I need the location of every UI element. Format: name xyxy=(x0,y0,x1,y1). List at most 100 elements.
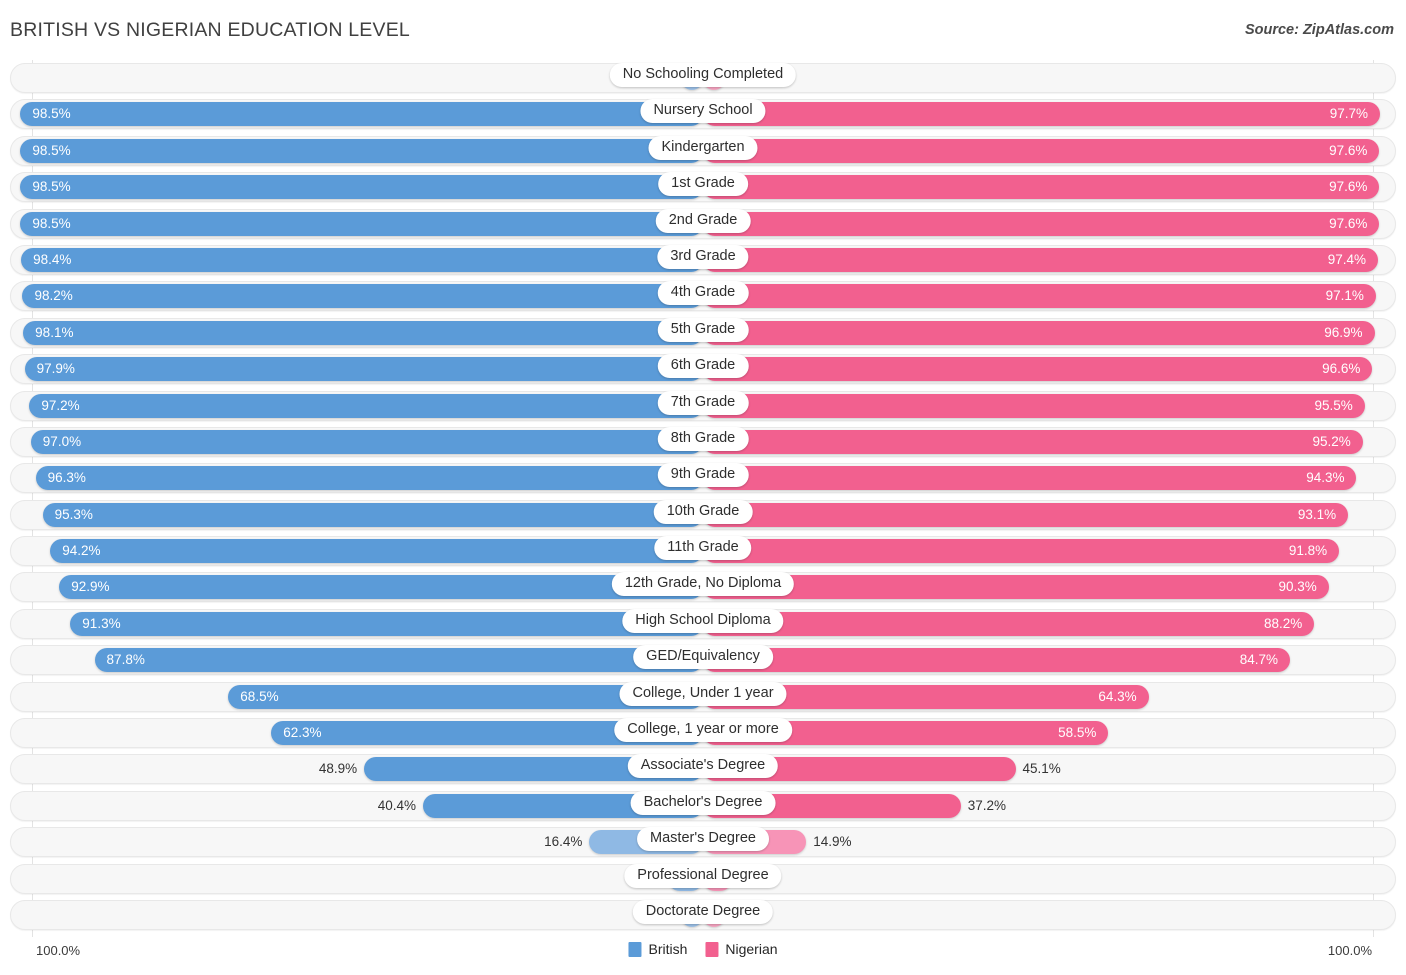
british-bar[interactable]: 96.3% xyxy=(35,466,703,491)
category-label[interactable]: College, 1 year or more xyxy=(614,718,792,743)
nigerian-bar-area: 90.3% xyxy=(703,575,1396,600)
nigerian-bar[interactable]: 97.6% xyxy=(703,175,1380,200)
category-label[interactable]: 4th Grade xyxy=(657,281,749,306)
nigerian-bar-area: 91.8% xyxy=(703,539,1396,564)
nigerian-value-label: 93.1% xyxy=(1297,506,1337,522)
nigerian-bar-area: 97.6% xyxy=(703,211,1396,236)
legend-item[interactable]: British xyxy=(628,941,687,957)
category-label[interactable]: 11th Grade xyxy=(654,536,752,561)
row-bars: 95.3% 93.1% 10th Grade xyxy=(10,499,1396,530)
category-label[interactable]: Professional Degree xyxy=(624,863,782,888)
british-bar[interactable]: 97.9% xyxy=(24,357,703,382)
page-title: BRITISH VS NIGERIAN EDUCATION LEVEL xyxy=(10,19,410,41)
british-bar-area: 98.5% xyxy=(10,211,703,236)
british-bar[interactable]: 98.5% xyxy=(20,102,703,127)
nigerian-bar-area: 1.8% xyxy=(703,902,1396,927)
nigerian-bar[interactable]: 84.7% xyxy=(703,648,1290,673)
category-label[interactable]: 10th Grade xyxy=(653,499,753,524)
nigerian-bar[interactable]: 94.3% xyxy=(703,466,1357,491)
legend-label: Nigerian xyxy=(725,941,778,957)
category-label[interactable]: 12th Grade, No Diploma xyxy=(611,572,795,597)
nigerian-bar-area: 95.5% xyxy=(703,393,1396,418)
row-bars: 2.2%1.8%Doctorate Degree xyxy=(10,899,1396,930)
category-label[interactable]: Associate's Degree xyxy=(627,754,779,779)
nigerian-bar-area: 97.7% xyxy=(703,102,1396,127)
british-bar[interactable]: 98.5% xyxy=(20,138,703,163)
chart-row: 97.9% 96.6% 6th Grade xyxy=(0,351,1406,387)
category-label[interactable]: Doctorate Degree xyxy=(632,899,774,924)
british-value-label: 97.2% xyxy=(41,397,80,413)
category-label[interactable]: 3rd Grade xyxy=(657,244,749,269)
chart-row: 98.4% 97.4% 3rd Grade xyxy=(0,242,1406,278)
nigerian-bar-area: 4.2% xyxy=(703,866,1396,891)
category-label[interactable]: Bachelor's Degree xyxy=(630,790,776,815)
row-bars: 16.4% 14.9% Master's Degree xyxy=(10,827,1396,857)
row-bars: 5.0%4.2%Professional Degree xyxy=(10,863,1396,894)
nigerian-value-label: 94.3% xyxy=(1306,470,1345,486)
nigerian-bar[interactable]: 97.6% xyxy=(703,211,1380,236)
category-label[interactable]: Kindergarten xyxy=(648,135,758,160)
category-label[interactable]: Master's Degree xyxy=(637,827,769,852)
chart-row: 91.3% 88.2% High School Diploma xyxy=(0,606,1406,642)
category-label[interactable]: College, Under 1 year xyxy=(619,681,787,706)
british-bar[interactable]: 98.5% xyxy=(20,175,703,200)
british-bar[interactable]: 97.0% xyxy=(30,429,703,454)
category-label[interactable]: 9th Grade xyxy=(657,463,749,488)
category-label[interactable]: 8th Grade xyxy=(657,426,749,451)
british-value-label: 94.2% xyxy=(62,543,101,559)
nigerian-bar[interactable]: 97.7% xyxy=(703,102,1381,127)
british-bar-area: 5.0% xyxy=(10,866,703,891)
british-bar-area: 98.5% xyxy=(10,138,703,163)
nigerian-value-label: 96.6% xyxy=(1322,361,1361,377)
category-label[interactable]: GED/Equivalency xyxy=(633,645,773,670)
category-label[interactable]: High School Diploma xyxy=(622,608,784,633)
row-bars: 98.5% 97.7% Nursery School xyxy=(10,99,1396,129)
british-bar[interactable]: 98.2% xyxy=(22,284,703,309)
british-bar[interactable]: 98.4% xyxy=(21,247,703,272)
british-bar-area: 1.5% xyxy=(10,66,703,90)
row-bars: 96.3% 94.3% 9th Grade xyxy=(10,463,1396,493)
nigerian-value-label: 84.7% xyxy=(1239,652,1278,668)
row-bars: 48.9% 45.1% Associate's Degree xyxy=(10,754,1396,784)
category-label[interactable]: 6th Grade xyxy=(657,354,749,379)
legend-label: British xyxy=(648,941,688,957)
nigerian-bar[interactable]: 97.6% xyxy=(703,138,1380,163)
nigerian-bar[interactable]: 90.3% xyxy=(703,575,1329,600)
nigerian-bar-area: 2.3% xyxy=(703,66,1396,90)
nigerian-bar[interactable]: 97.4% xyxy=(703,247,1378,272)
category-label[interactable]: 1st Grade xyxy=(658,172,748,197)
chart-row: 92.9% 90.3% 12th Grade, No Diploma xyxy=(0,569,1406,605)
british-bar[interactable]: 94.2% xyxy=(50,539,703,564)
category-label[interactable]: 5th Grade xyxy=(657,317,749,342)
british-bar-area: 2.2% xyxy=(10,902,703,927)
chart-row: 97.0% 95.2% 8th Grade xyxy=(0,424,1406,460)
nigerian-bar[interactable]: 97.1% xyxy=(703,284,1376,309)
british-bar-area: 97.0% xyxy=(10,429,703,454)
category-label[interactable]: Nursery School xyxy=(640,99,766,124)
british-bar[interactable]: 98.5% xyxy=(20,211,703,236)
nigerian-bar[interactable]: 96.9% xyxy=(703,320,1375,345)
row-bars: 98.2% 97.1% 4th Grade xyxy=(10,281,1396,311)
nigerian-bar[interactable]: 96.6% xyxy=(703,357,1373,382)
british-bar[interactable]: 87.8% xyxy=(94,648,703,673)
chart-row: 98.5% 97.7% Nursery School xyxy=(0,96,1406,132)
category-label[interactable]: 7th Grade xyxy=(657,390,749,415)
nigerian-bar[interactable]: 95.2% xyxy=(703,429,1363,454)
nigerian-bar[interactable]: 88.2% xyxy=(703,611,1315,636)
british-bar-area: 94.2% xyxy=(10,539,703,564)
legend-item[interactable]: Nigerian xyxy=(705,941,778,957)
nigerian-value-label: 88.2% xyxy=(1263,615,1303,631)
nigerian-bar[interactable]: 91.8% xyxy=(703,539,1340,564)
british-bar[interactable]: 98.1% xyxy=(23,320,703,345)
british-bar[interactable]: 95.3% xyxy=(42,502,703,527)
nigerian-bar[interactable]: 93.1% xyxy=(703,502,1349,527)
british-value-label: 98.5% xyxy=(32,179,71,195)
british-bar[interactable]: 91.3% xyxy=(70,611,703,636)
nigerian-bar[interactable]: 95.5% xyxy=(703,393,1365,418)
category-label[interactable]: 2nd Grade xyxy=(655,208,751,233)
nigerian-bar-area: 97.4% xyxy=(703,247,1396,272)
british-bar[interactable]: 97.2% xyxy=(29,393,703,418)
british-bar-area: 97.9% xyxy=(10,357,703,382)
british-bar[interactable]: 92.9% xyxy=(59,575,703,600)
category-label[interactable]: No Schooling Completed xyxy=(609,63,797,87)
